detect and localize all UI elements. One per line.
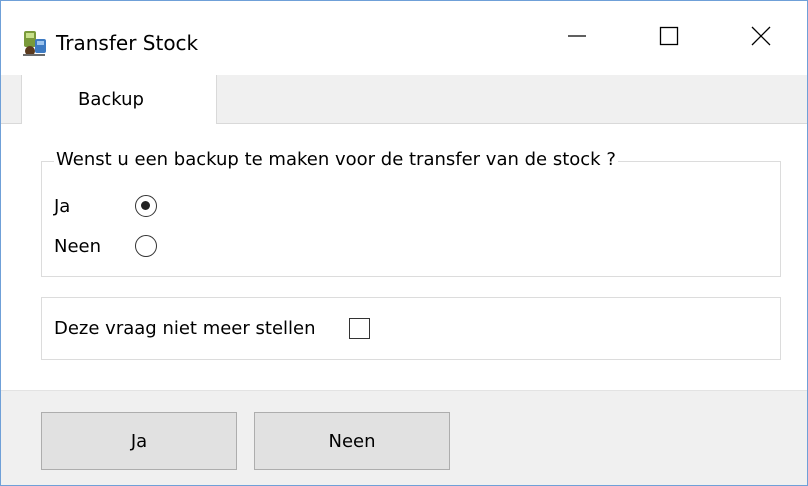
tab-backup[interactable]: Backup [21, 75, 217, 124]
maximize-icon [659, 26, 679, 50]
backup-question-legend: Wenst u een backup te maken voor de tran… [54, 149, 618, 170]
radio-selected-dot [141, 201, 150, 210]
dont-ask-again-label: Deze vraag niet meer stellen [54, 318, 316, 339]
close-button[interactable] [715, 1, 807, 75]
app-icon [21, 29, 47, 57]
minimize-icon [567, 26, 587, 50]
no-button[interactable]: Neen [254, 412, 450, 470]
button-bar: Ja Neen [1, 390, 807, 485]
backup-question-group: Wenst u een backup te maken voor de tran… [41, 149, 781, 277]
maximize-button[interactable] [623, 1, 715, 75]
close-icon [751, 26, 771, 50]
radio-label-neen: Neen [54, 236, 102, 257]
radio-button-neen[interactable] [135, 235, 157, 257]
tab-content-backup: Wenst u een backup te maken voor de tran… [1, 124, 807, 389]
dont-ask-again-checkbox[interactable] [349, 318, 370, 339]
yes-button[interactable]: Ja [41, 412, 237, 470]
tab-strip: Backup [1, 75, 807, 124]
title-bar[interactable]: Transfer Stock [1, 1, 807, 75]
dont-ask-again-panel: Deze vraag niet meer stellen [41, 297, 781, 360]
minimize-button[interactable] [531, 1, 623, 75]
window-title: Transfer Stock [56, 31, 199, 55]
radio-label-ja: Ja [54, 196, 71, 217]
radio-button-ja[interactable] [135, 195, 157, 217]
dialog-window: Transfer Stock Backup Wenst u een backup… [0, 0, 808, 486]
tab-label: Backup [78, 89, 144, 110]
